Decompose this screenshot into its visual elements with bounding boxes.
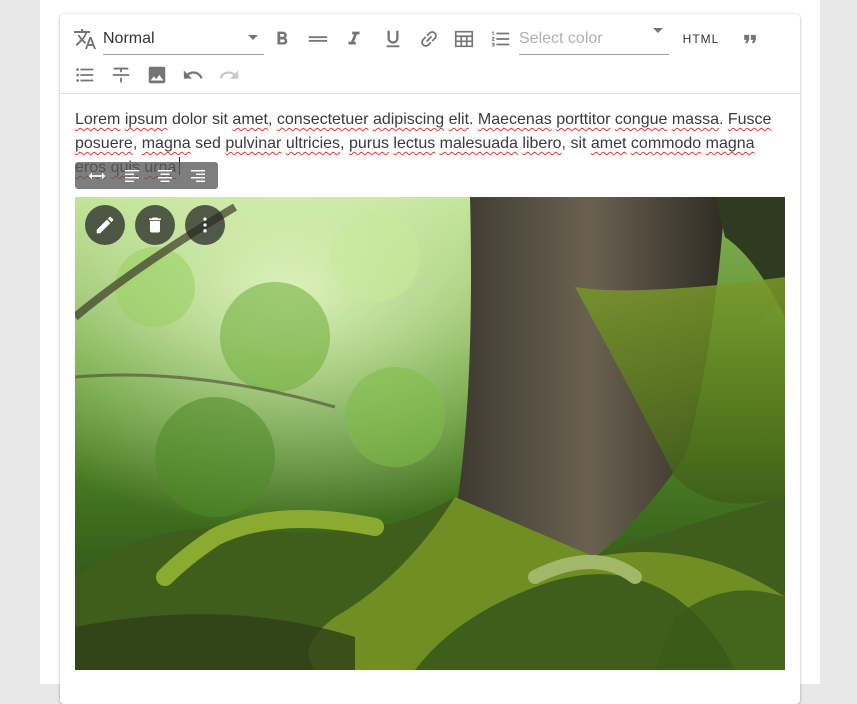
misspelled-word: consectetuer bbox=[276, 111, 369, 128]
text-run: sed bbox=[190, 135, 226, 152]
forest-tree-photo bbox=[75, 197, 785, 670]
bullet-list-icon[interactable] bbox=[72, 62, 98, 88]
color-select-placeholder: Select color bbox=[519, 30, 603, 47]
text-run: , sit bbox=[561, 135, 591, 152]
misspelled-word: magna bbox=[141, 135, 191, 152]
rich-text-editor: Normal Select color HTML Lorem ipsum dol… bbox=[60, 14, 800, 704]
misspelled-word: massa bbox=[671, 111, 719, 128]
italic-icon[interactable] bbox=[341, 26, 367, 52]
misspelled-word: elit bbox=[448, 111, 470, 128]
ordered-list-icon[interactable] bbox=[488, 26, 514, 52]
misspelled-word: commodo bbox=[630, 135, 702, 152]
misspelled-word: posuere bbox=[75, 135, 133, 152]
misspelled-word: malesuada bbox=[439, 135, 518, 152]
text-run: . bbox=[469, 111, 478, 128]
align-right-icon[interactable] bbox=[190, 168, 206, 184]
misspelled-word: amet bbox=[590, 135, 627, 152]
chevron-down-icon bbox=[248, 35, 258, 40]
more-vert-icon[interactable] bbox=[185, 205, 225, 245]
misspelled-word: magna bbox=[705, 135, 755, 152]
image-align-toolbar bbox=[75, 162, 218, 189]
misspelled-word: congue bbox=[614, 111, 668, 128]
text-run: , bbox=[268, 111, 277, 128]
html-button[interactable]: HTML bbox=[677, 28, 725, 50]
text-run: dolor sit bbox=[167, 111, 233, 128]
paragraph-style-value: Normal bbox=[103, 30, 155, 47]
misspelled-word: libero bbox=[522, 135, 562, 152]
embedded-image[interactable] bbox=[75, 197, 785, 670]
image-icon[interactable] bbox=[144, 62, 170, 88]
translate-icon[interactable] bbox=[72, 26, 98, 52]
misspelled-word: ipsum bbox=[124, 111, 168, 128]
paragraph-style-select[interactable]: Normal bbox=[103, 24, 264, 55]
align-left-icon[interactable] bbox=[124, 168, 140, 184]
misspelled-word: Fusce bbox=[727, 111, 772, 128]
misspelled-word: ultricies bbox=[285, 135, 341, 152]
full-width-icon[interactable] bbox=[87, 168, 107, 184]
misspelled-word: Lorem bbox=[75, 111, 121, 128]
page: Normal Select color HTML Lorem ipsum dol… bbox=[40, 0, 820, 704]
table-icon[interactable] bbox=[451, 26, 477, 52]
misspelled-word: lectus bbox=[393, 135, 436, 152]
chevron-down-icon bbox=[653, 28, 663, 33]
editor-toolbar: Normal Select color HTML bbox=[60, 14, 800, 94]
strikethrough-icon[interactable] bbox=[108, 62, 134, 88]
align-center-icon[interactable] bbox=[157, 168, 173, 184]
misspelled-word: amet bbox=[232, 111, 268, 128]
misspelled-word: Maecenas bbox=[477, 111, 552, 128]
link-icon[interactable] bbox=[416, 26, 442, 52]
misspelled-word: adipiscing bbox=[372, 111, 445, 128]
bold-icon[interactable] bbox=[269, 26, 295, 52]
misspelled-word: purus bbox=[348, 135, 389, 152]
color-select[interactable]: Select color bbox=[519, 24, 669, 55]
quote-icon[interactable] bbox=[737, 26, 763, 52]
misspelled-word: pulvinar bbox=[225, 135, 282, 152]
text-run: , bbox=[340, 135, 349, 152]
undo-icon[interactable] bbox=[180, 62, 206, 88]
text-run: . bbox=[718, 111, 728, 128]
redo-icon[interactable] bbox=[216, 62, 242, 88]
horizontal-rule-icon[interactable] bbox=[305, 26, 331, 52]
edit-icon[interactable] bbox=[85, 205, 125, 245]
text-run: , bbox=[132, 135, 142, 152]
misspelled-word: porttitor bbox=[556, 111, 611, 128]
delete-icon[interactable] bbox=[135, 205, 175, 245]
underline-icon[interactable] bbox=[380, 26, 406, 52]
